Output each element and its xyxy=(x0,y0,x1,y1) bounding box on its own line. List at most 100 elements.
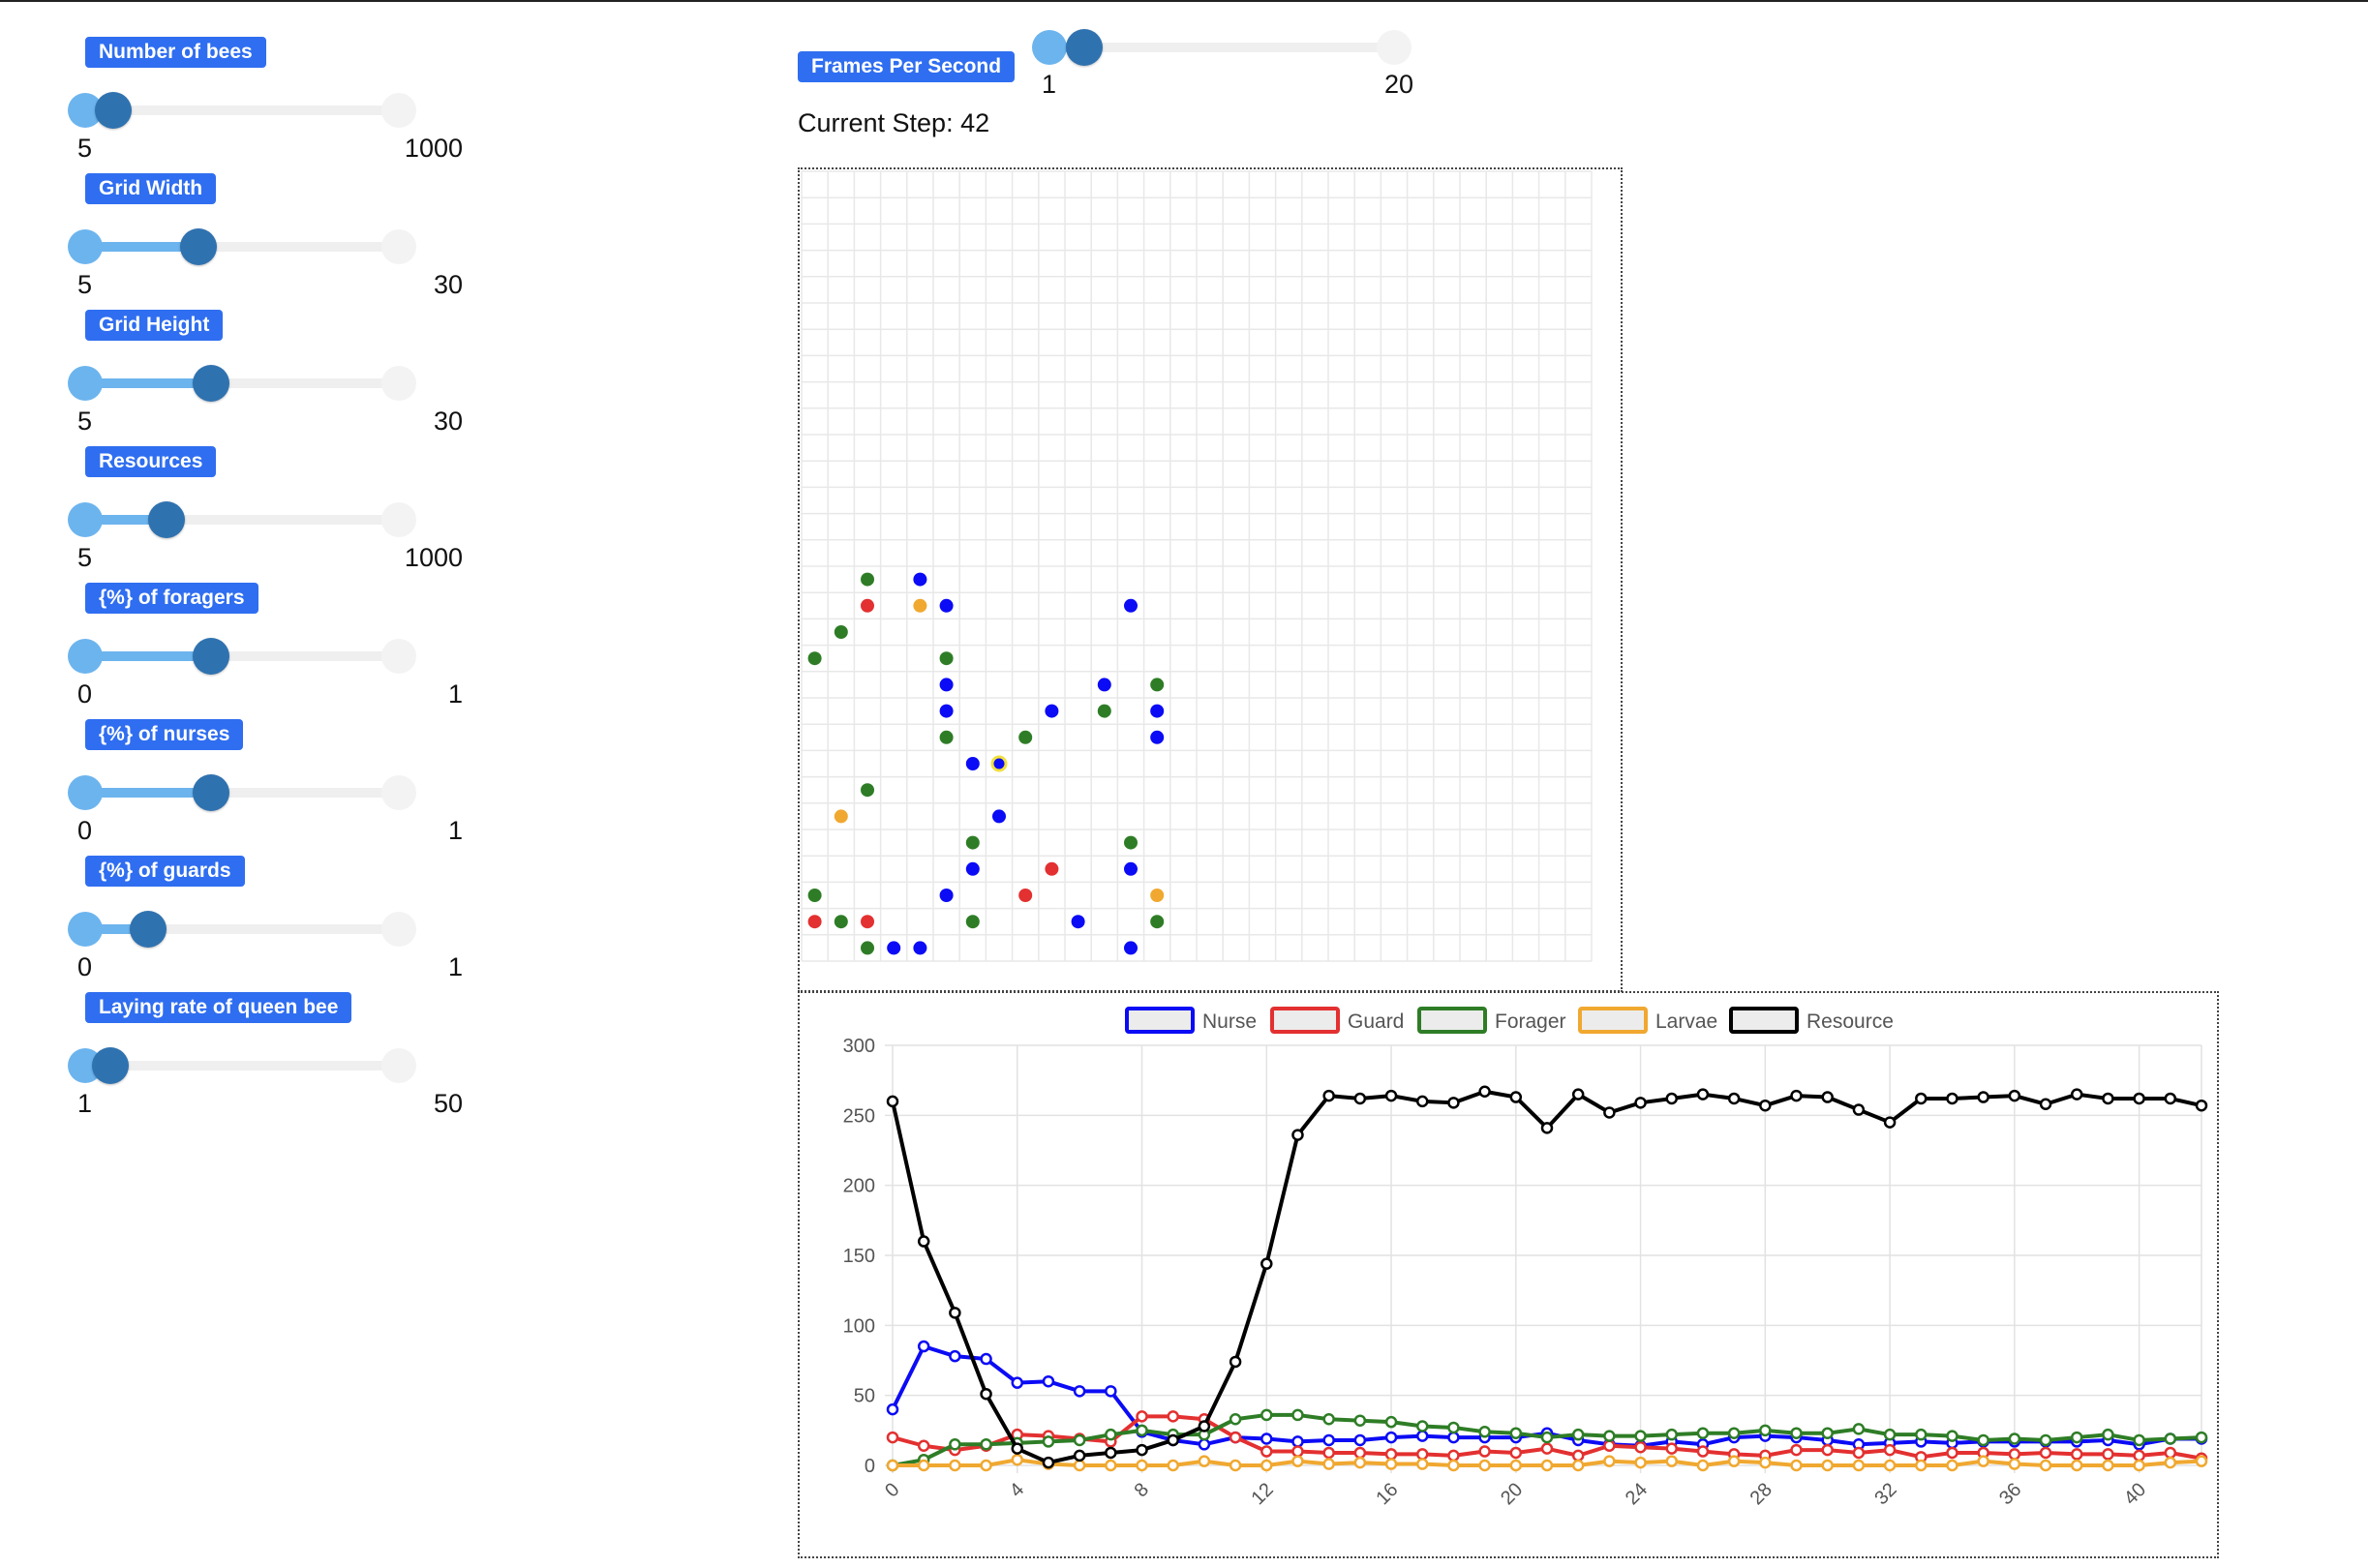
data-point xyxy=(1603,1439,1616,1452)
data-point xyxy=(2039,1098,2052,1111)
bee-forager xyxy=(861,941,874,955)
y-tick-label: 300 xyxy=(843,1036,875,1057)
y-tick-label: 200 xyxy=(843,1176,875,1197)
bee-nurse xyxy=(990,755,1008,772)
slider-max-handle[interactable] xyxy=(381,912,416,947)
bee-nurse xyxy=(1150,730,1165,744)
queen-laying-rate-min: 1 xyxy=(77,1089,93,1118)
slider-max-handle[interactable] xyxy=(381,1048,416,1083)
slider-max-handle[interactable] xyxy=(381,639,416,674)
data-point xyxy=(1447,1449,1460,1462)
data-point xyxy=(1759,1456,1772,1469)
data-point xyxy=(1229,1413,1242,1426)
bee-forager xyxy=(1018,730,1033,744)
slider-max-handle[interactable] xyxy=(381,229,416,264)
slider-min-handle[interactable] xyxy=(1032,30,1067,65)
data-point xyxy=(1353,1456,1367,1469)
legend-label: Guard xyxy=(1348,1010,1404,1033)
slider-min-handle[interactable] xyxy=(68,502,103,537)
slider-max-handle[interactable] xyxy=(381,502,416,537)
bee-guard xyxy=(861,915,874,929)
bee-nurse xyxy=(1071,915,1085,929)
data-point xyxy=(1198,1420,1211,1432)
x-tick-label: 24 xyxy=(1622,1479,1652,1509)
data-point xyxy=(1478,1459,1491,1472)
legend-item-guard[interactable]: Guard xyxy=(1270,1007,1404,1034)
slider-min-handle[interactable] xyxy=(68,639,103,674)
chart-legend: Nurse Guard Forager Larvae Resource xyxy=(1125,1007,1894,1034)
bee-nurse xyxy=(913,941,927,955)
slider-max-handle[interactable] xyxy=(381,93,416,128)
data-point xyxy=(1727,1455,1741,1467)
data-point xyxy=(1073,1385,1086,1398)
x-tick-label: 28 xyxy=(1746,1479,1776,1509)
legend-item-nurse[interactable]: Nurse xyxy=(1125,1007,1257,1034)
data-point xyxy=(1105,1428,1117,1441)
current-step: Current Step: 42 xyxy=(798,108,990,137)
slider-min-handle[interactable] xyxy=(68,229,103,264)
queen-laying-rate-slider[interactable] xyxy=(68,1046,416,1085)
foragers-percent-min: 0 xyxy=(77,679,93,709)
y-tick-label: 150 xyxy=(843,1246,875,1267)
data-point xyxy=(1447,1421,1460,1434)
fps-label: Frames Per Second xyxy=(798,51,1016,82)
slider-thumb[interactable] xyxy=(179,228,217,265)
foragers-percent-slider[interactable] xyxy=(68,637,416,676)
nurses-percent-label: {%} of nurses xyxy=(85,719,244,750)
bee-nurse xyxy=(1150,704,1165,718)
data-point xyxy=(886,1459,899,1472)
x-tick-label: 12 xyxy=(1248,1479,1278,1509)
legend-item-forager[interactable]: Forager xyxy=(1417,1007,1566,1034)
nurses-percent-slider[interactable] xyxy=(68,773,416,812)
data-point xyxy=(917,1459,930,1472)
series-resource xyxy=(886,1085,2208,1469)
grid-lines xyxy=(801,170,1593,962)
slider-min-handle[interactable] xyxy=(68,912,103,947)
fps-slider[interactable] xyxy=(1032,28,1412,67)
grid-width-max: 30 xyxy=(433,270,463,299)
data-point xyxy=(1167,1459,1179,1472)
data-point xyxy=(949,1349,961,1363)
slider-thumb[interactable] xyxy=(192,638,229,675)
slider-thumb[interactable] xyxy=(192,774,229,811)
slider-thumb[interactable] xyxy=(148,501,186,538)
guards-percent-slider[interactable] xyxy=(68,910,416,949)
number-of-bees-slider[interactable] xyxy=(68,91,416,130)
data-point xyxy=(2039,1433,2052,1447)
data-point xyxy=(1384,1458,1398,1470)
bee-nurse xyxy=(913,572,927,587)
resources-slider[interactable] xyxy=(68,500,416,539)
slider-max-handle[interactable] xyxy=(381,775,416,810)
slider-max-handle[interactable] xyxy=(381,366,416,401)
slider-thumb[interactable] xyxy=(129,911,167,948)
slider-thumb[interactable] xyxy=(192,365,229,402)
simulation-grid xyxy=(801,170,1593,962)
data-point xyxy=(1291,1435,1304,1448)
data-point xyxy=(1415,1430,1429,1442)
data-point xyxy=(1883,1116,1897,1129)
data-point xyxy=(1634,1097,1647,1109)
series-line xyxy=(891,1089,2202,1465)
data-point xyxy=(1167,1433,1179,1447)
chart-grid xyxy=(885,1044,2202,1473)
slider-thumb[interactable] xyxy=(1065,29,1103,66)
legend-item-larvae[interactable]: Larvae xyxy=(1578,1007,1717,1034)
data-point xyxy=(2133,1433,2145,1447)
slider-thumb[interactable] xyxy=(95,92,133,129)
data-point xyxy=(980,1387,992,1401)
slider-max-handle[interactable] xyxy=(1377,30,1412,65)
data-point xyxy=(1727,1092,1741,1105)
number-of-bees-min: 5 xyxy=(77,134,93,163)
data-point xyxy=(1946,1092,1958,1105)
slider-min-handle[interactable] xyxy=(68,366,103,401)
data-point xyxy=(1447,1097,1460,1109)
grid-height-slider[interactable] xyxy=(68,364,416,403)
slider-thumb[interactable] xyxy=(91,1047,129,1084)
data-point xyxy=(2164,1092,2177,1105)
slider-min-handle[interactable] xyxy=(68,775,103,810)
legend-item-resource[interactable]: Resource xyxy=(1729,1007,1894,1034)
bee-nurse xyxy=(939,678,954,692)
data-point xyxy=(1447,1431,1460,1444)
data-point xyxy=(1821,1459,1834,1472)
grid-width-slider[interactable] xyxy=(68,227,416,266)
